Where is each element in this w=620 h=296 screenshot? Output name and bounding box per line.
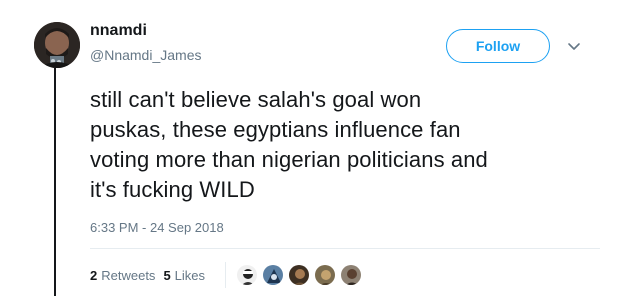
liker-avatar[interactable]	[236, 264, 259, 286]
avatar[interactable]	[34, 22, 80, 68]
likes-stat[interactable]: 5 Likes	[163, 268, 205, 283]
liker-avatar[interactable]	[340, 264, 363, 286]
tweet-text-line: still can't believe salah's goal won	[90, 87, 422, 112]
liker-avatars	[236, 264, 366, 286]
user-handle[interactable]: @Nnamdi_James	[90, 47, 201, 63]
retweets-label: Retweets	[101, 267, 156, 283]
retweets-stat[interactable]: 2 Retweets	[90, 268, 155, 283]
likes-label: Likes	[174, 267, 206, 283]
stats-divider	[225, 262, 227, 288]
user-name[interactable]: nnamdi	[90, 22, 147, 40]
tweet-stats: 2 Retweets 5 Likes	[90, 262, 366, 288]
tweet-timestamp[interactable]: 6:33 PM - 24 Sep 2018	[90, 220, 224, 235]
liker-avatar[interactable]	[314, 264, 337, 286]
follow-button[interactable]: Follow	[446, 29, 550, 63]
thread-line	[54, 68, 56, 296]
retweets-count: 2	[90, 267, 98, 283]
tweet-text-line: voting more than nigerian politicians an…	[90, 147, 488, 172]
tweet-card: nnamdi @Nnamdi_James Follow still can't …	[0, 0, 620, 296]
likes-count: 5	[163, 267, 171, 283]
tweet-text: still can't believe salah's goal won pus…	[90, 85, 600, 205]
tweet-text-line: it's fucking WILD	[90, 177, 255, 202]
divider	[90, 248, 600, 249]
tweet-text-line: puskas, these egyptians influence fan	[90, 117, 461, 142]
liker-avatar[interactable]	[288, 264, 311, 286]
chevron-down-icon[interactable]	[566, 38, 582, 54]
liker-avatar[interactable]	[262, 264, 285, 286]
